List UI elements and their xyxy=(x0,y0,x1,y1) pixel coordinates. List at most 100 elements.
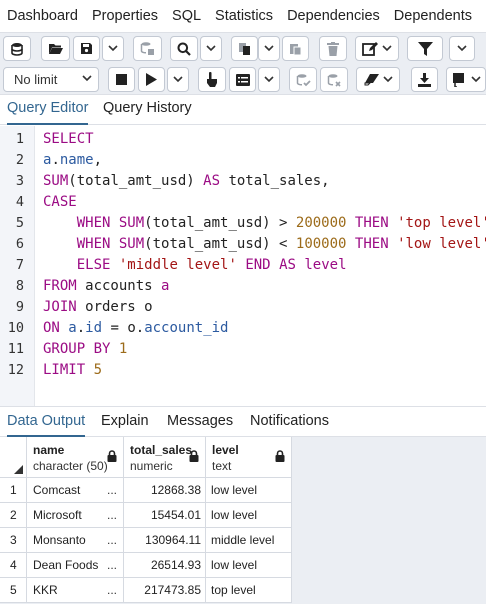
tab-dependencies[interactable]: Dependencies xyxy=(280,0,387,32)
line-number: 9 xyxy=(15,299,24,315)
code-line: SUM(total_amt_usd) AS total_sales, xyxy=(43,173,330,189)
execute-options-dropdown[interactable] xyxy=(167,67,189,92)
chevron-down-icon xyxy=(382,76,393,83)
cell-name[interactable]: KKR... xyxy=(27,578,124,603)
cell-total-sales-text: 26514.93 xyxy=(150,558,201,572)
lock-icon xyxy=(107,450,117,462)
filter-icon xyxy=(417,41,433,56)
open-file-button[interactable] xyxy=(41,36,70,61)
cell-expand-ellipsis[interactable]: ... xyxy=(107,478,117,502)
row-number[interactable]: 1 xyxy=(0,478,27,503)
line-number: 2 xyxy=(15,152,24,168)
save-button[interactable] xyxy=(73,36,100,61)
explain-analyze-button[interactable] xyxy=(229,67,256,92)
column-header-total-sales[interactable]: total_sales numeric xyxy=(124,437,206,478)
find-button[interactable] xyxy=(170,36,198,61)
sql-editor[interactable]: 1 2 3 4 5 6 7 8 9 10 11 12 SELECT a.name,… xyxy=(0,126,486,406)
commit-button[interactable] xyxy=(289,67,317,92)
row-number-text: 3 xyxy=(10,533,17,547)
cell-level[interactable]: low level xyxy=(206,478,292,503)
database-rollback-icon xyxy=(327,73,341,87)
search-icon xyxy=(177,42,191,56)
list-icon xyxy=(235,73,250,86)
cell-level[interactable]: middle level xyxy=(206,528,292,553)
chevron-down-icon xyxy=(264,76,274,83)
chevron-down-icon xyxy=(82,75,92,82)
row-number[interactable]: 3 xyxy=(0,528,27,553)
cell-expand-ellipsis[interactable]: ... xyxy=(107,578,117,602)
chevron-down-icon xyxy=(206,45,216,52)
column-header-name[interactable]: name character (50) xyxy=(27,437,124,478)
cell-name[interactable]: Microsoft... xyxy=(27,503,124,528)
cell-total-sales[interactable]: 130964.11 xyxy=(124,528,206,553)
row-number[interactable]: 2 xyxy=(0,503,27,528)
explain-button[interactable] xyxy=(198,67,226,92)
tab-sql[interactable]: SQL xyxy=(165,0,208,32)
row-number-text: 1 xyxy=(10,483,17,497)
tab-query-history[interactable]: Query History xyxy=(103,95,192,125)
cell-expand-ellipsis[interactable]: ... xyxy=(107,528,117,552)
tab-dependents[interactable]: Dependents xyxy=(387,0,479,32)
row-number[interactable]: 4 xyxy=(0,553,27,578)
edit-button[interactable] xyxy=(355,36,399,61)
stop-icon xyxy=(116,74,127,85)
cell-expand-ellipsis[interactable]: ... xyxy=(107,503,117,527)
select-all-corner[interactable] xyxy=(0,437,27,478)
copy-options-dropdown[interactable] xyxy=(258,36,280,61)
cell-level[interactable]: low level xyxy=(206,553,292,578)
column-header-level[interactable]: level text xyxy=(206,437,292,478)
cell-total-sales[interactable]: 15454.01 xyxy=(124,503,206,528)
cell-name-text: Monsanto xyxy=(33,533,86,547)
filter-options-dropdown[interactable] xyxy=(449,36,475,61)
execute-button[interactable] xyxy=(138,67,165,92)
cell-level-text: low level xyxy=(211,483,258,497)
cell-name[interactable]: Comcast... xyxy=(27,478,124,503)
clear-button[interactable] xyxy=(356,67,400,92)
chevron-down-icon xyxy=(382,45,392,52)
tab-messages[interactable]: Messages xyxy=(167,407,233,437)
row-limit-select[interactable]: No limit xyxy=(3,67,99,92)
row-limit-value: No limit xyxy=(14,72,58,87)
cell-expand-ellipsis[interactable]: ... xyxy=(107,553,117,577)
copy-button[interactable] xyxy=(231,36,258,61)
find-options-dropdown[interactable] xyxy=(200,36,222,61)
tab-notifications[interactable]: Notifications xyxy=(250,407,329,437)
cell-total-sales[interactable]: 217473.85 xyxy=(124,578,206,603)
cell-total-sales[interactable]: 12868.38 xyxy=(124,478,206,503)
code-line: a.name, xyxy=(43,152,103,168)
stop-button[interactable] xyxy=(108,67,135,92)
macro-icon xyxy=(452,72,464,87)
database-connection-button[interactable] xyxy=(3,36,31,61)
cell-name[interactable]: Monsanto... xyxy=(27,528,124,553)
code-line: ON a.id = o.account_id xyxy=(43,320,229,336)
download-button[interactable] xyxy=(411,67,438,92)
tab-statistics[interactable]: Statistics xyxy=(208,0,280,32)
save-icon xyxy=(81,43,92,54)
filter-button[interactable] xyxy=(407,36,443,61)
tab-explain[interactable]: Explain xyxy=(101,407,149,437)
cell-level[interactable]: top level xyxy=(206,578,292,603)
tab-data-output[interactable]: Data Output xyxy=(7,407,86,437)
save-data-changes-button[interactable] xyxy=(133,36,162,61)
delete-button[interactable] xyxy=(319,36,347,61)
line-number: 6 xyxy=(15,236,24,252)
line-number: 3 xyxy=(15,173,24,189)
eraser-icon xyxy=(364,74,379,86)
cell-total-sales-text: 217473.85 xyxy=(144,583,201,597)
tab-dashboard[interactable]: Dashboard xyxy=(0,0,85,32)
cell-level[interactable]: low level xyxy=(206,503,292,528)
tab-query-editor[interactable]: Query Editor xyxy=(7,95,89,125)
cell-total-sales-text: 12868.38 xyxy=(150,483,201,497)
rollback-button[interactable] xyxy=(320,67,348,92)
explain-options-dropdown[interactable] xyxy=(258,67,280,92)
row-number-text: 5 xyxy=(10,583,17,597)
cell-total-sales[interactable]: 26514.93 xyxy=(124,553,206,578)
column-type-label: character (50) xyxy=(33,459,108,473)
panel-tab-bar: Dashboard Properties SQL Statistics Depe… xyxy=(0,0,486,33)
tab-properties[interactable]: Properties xyxy=(85,0,165,32)
row-number[interactable]: 5 xyxy=(0,578,27,603)
save-options-dropdown[interactable] xyxy=(102,36,124,61)
cell-name[interactable]: Dean Foods... xyxy=(27,553,124,578)
macros-button[interactable] xyxy=(446,67,486,92)
paste-button[interactable] xyxy=(282,36,309,61)
